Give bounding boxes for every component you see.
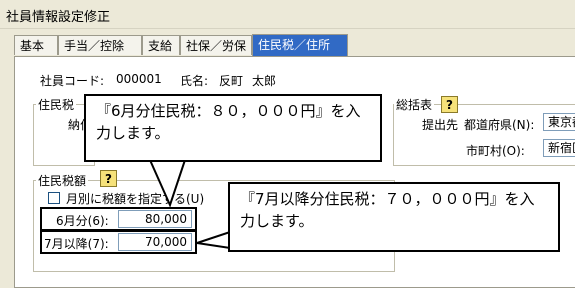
july-callout-pointer — [196, 230, 231, 250]
june-callout-pointer — [148, 159, 187, 208]
july-callout: 『7月以降分住民税：７０，０００円』を入力します。 — [228, 182, 560, 252]
june-callout: 『6月分住民税：８０，０００円』を入力します。 — [84, 94, 382, 162]
july-callout-text: 『7月以降分住民税：７０，０００円』を入力します。 — [240, 190, 535, 230]
june-callout-text: 『6月分住民税：８０，０００円』を入力します。 — [96, 102, 361, 142]
